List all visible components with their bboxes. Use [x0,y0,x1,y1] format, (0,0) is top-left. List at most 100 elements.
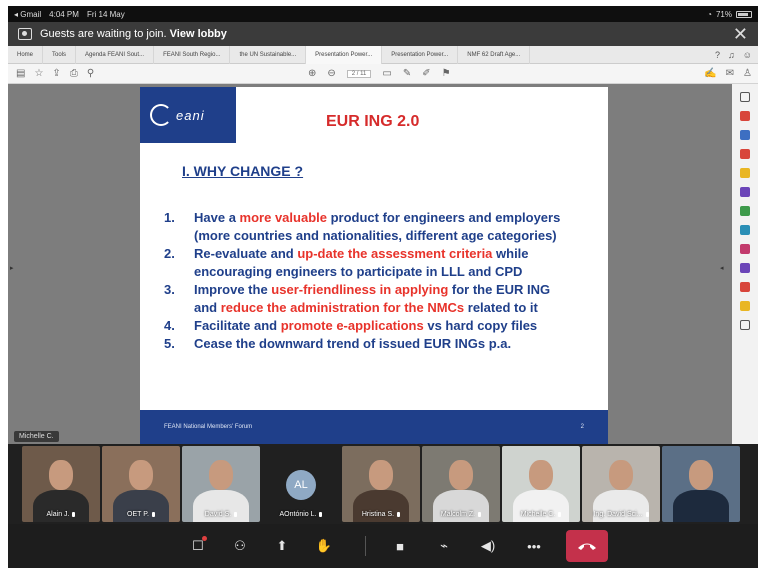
more-tools-icon[interactable] [740,320,750,330]
list-item-text: Have a more valuable product for enginee… [194,209,604,245]
right-arrow-icon[interactable]: ◂ [720,264,724,272]
print-icon[interactable]: ⎙ [70,68,78,79]
participant-name-text: Alain J. [46,511,70,518]
scan-icon[interactable] [740,225,750,235]
participant-video [529,460,553,490]
participant-tile[interactable]: Alain J. [22,446,100,522]
participant-avatar: AL [286,470,316,500]
participant-video [129,460,153,490]
participant-tile[interactable]: Michelle C. [502,446,580,522]
lobby-message-text: Guests are waiting to join. [40,28,167,40]
upload-icon[interactable]: ⇪ [52,68,60,79]
participant-name-text: Michelle C. [520,511,556,518]
back-app-link[interactable]: ◂ Gmail [14,10,41,19]
create-pdf-icon[interactable] [740,149,750,159]
list-text: encouraging engineers to participate in … [194,264,523,279]
compare-icon[interactable] [740,263,750,273]
tab-document[interactable]: the UN Sustainable... [230,45,307,64]
raise-hand-icon[interactable]: ✋ [312,534,336,558]
participant-video [49,460,73,490]
send-icon[interactable] [740,301,750,311]
export-icon[interactable] [740,111,750,121]
participant-name-text: Ing. David Sci... [593,511,643,518]
logo-text: eani [176,107,205,123]
account-icon[interactable]: ☺ [743,50,752,60]
slide-heading: I. WHY CHANGE ? [182,163,304,179]
user-icon[interactable]: ♙ [743,68,752,79]
mail-icon[interactable]: ✉ [726,68,734,79]
close-icon[interactable]: ✕ [733,25,748,43]
tab-home[interactable]: Home [8,45,44,64]
zoom-icon[interactable] [740,92,750,102]
tools-sidebar [732,84,758,444]
participant-name-text: AOntónio L. [279,511,317,518]
prev-page-icon[interactable]: ⊕ [308,68,316,79]
tab-document-active[interactable]: Presentation Power... [306,45,383,64]
next-page-icon[interactable]: ⊖ [327,68,335,79]
mic-icon [234,511,238,517]
list-text: Re-evaluate and [194,246,298,261]
mic-icon [397,511,401,517]
edit-pdf-icon[interactable] [740,130,750,140]
tab-document[interactable]: NMF 62 Draft Age... [458,45,531,64]
people-icon[interactable]: ⚇ [228,534,252,558]
organize-icon[interactable] [740,187,750,197]
hang-up-button[interactable] [566,530,608,562]
share-icon[interactable]: ⬆ [270,534,294,558]
highlighted-text: promote e-applications [280,318,424,333]
participant-name-text: OET P. [127,511,149,518]
page-indicator[interactable]: 2 / 11 [346,69,372,78]
tab-tools[interactable]: Tools [43,45,77,64]
help-icon[interactable]: ? [715,50,720,60]
participant-video [209,460,233,490]
tab-document[interactable]: Agenda FEANI Sout... [76,45,155,64]
save-icon[interactable]: ▤ [16,68,25,79]
left-arrow-icon[interactable]: ▸ [10,264,14,272]
mic-off-icon[interactable]: ⌁ [432,534,456,558]
pen-icon[interactable]: ✎ [403,68,411,79]
participant-tile[interactable]: OET P. [102,446,180,522]
participant-video [369,460,393,490]
battery-icon [736,10,752,18]
participant-tile[interactable] [662,446,740,522]
comment-icon[interactable]: ▭ [382,68,391,79]
camera-icon[interactable]: ■ [388,534,412,558]
comment-tool-icon[interactable] [740,168,750,178]
participant-name-text: Hristina S. [361,511,395,518]
list-text: (more countries and nationalities, diffe… [194,228,557,243]
stamp-icon[interactable]: ⚑ [442,68,451,79]
participant-tile[interactable]: David S. [182,446,260,522]
slide: eani EUR ING 2.0 I. WHY CHANGE ? 1. Have … [140,87,608,444]
protect-icon[interactable] [740,244,750,254]
participant-name: Malcolm Z. [422,511,500,518]
footer-page-number: 2 [580,424,584,430]
participant-tile[interactable]: Malcolm Z. [422,446,500,522]
participant-tile[interactable]: Ing. David Sci... [582,446,660,522]
bell-icon[interactable]: ♫ [728,50,735,60]
search-icon[interactable]: ⚲ [87,68,94,79]
sign-icon[interactable]: ✍ [704,68,716,79]
speaker-icon[interactable]: ◀) [476,534,500,558]
list-text: for the EUR ING [448,282,551,297]
mic-icon [478,511,482,517]
view-lobby-link[interactable]: View lobby [170,28,227,40]
tab-document[interactable]: Presentation Power... [382,45,459,64]
bookmark-icon[interactable]: ☆ [34,68,43,79]
fill-sign-icon[interactable] [740,206,750,216]
redact-icon[interactable] [740,282,750,292]
meeting-window: ◂ Gmail 4:04 PM Fri 14 May ◔ 71% Guests … [8,6,758,568]
list-item-number: 4. [164,318,175,333]
participant-tile[interactable]: AL AOntónio L. [262,446,340,522]
participant-name: Hristina S. [342,511,420,518]
chat-icon[interactable]: ☐ [186,534,210,558]
presenter-label: Michelle C. [14,431,59,442]
more-icon[interactable]: ••• [522,534,546,558]
highlighted-text: user-friendliness in applying [271,282,449,297]
list-item-text: Facilitate and promote e-applications vs… [194,317,604,335]
highlighted-text: reduce the administration for the NMCs [220,300,465,315]
highlight-icon[interactable]: ✐ [422,68,430,79]
document-area[interactable]: ▸ ◂ eani EUR ING 2.0 I. WHY CHANGE ? 1. H… [8,84,732,444]
list-text: vs hard copy files [423,318,538,333]
tab-document[interactable]: FEANI South Regio... [154,45,231,64]
participant-tile[interactable]: Hristina S. [342,446,420,522]
